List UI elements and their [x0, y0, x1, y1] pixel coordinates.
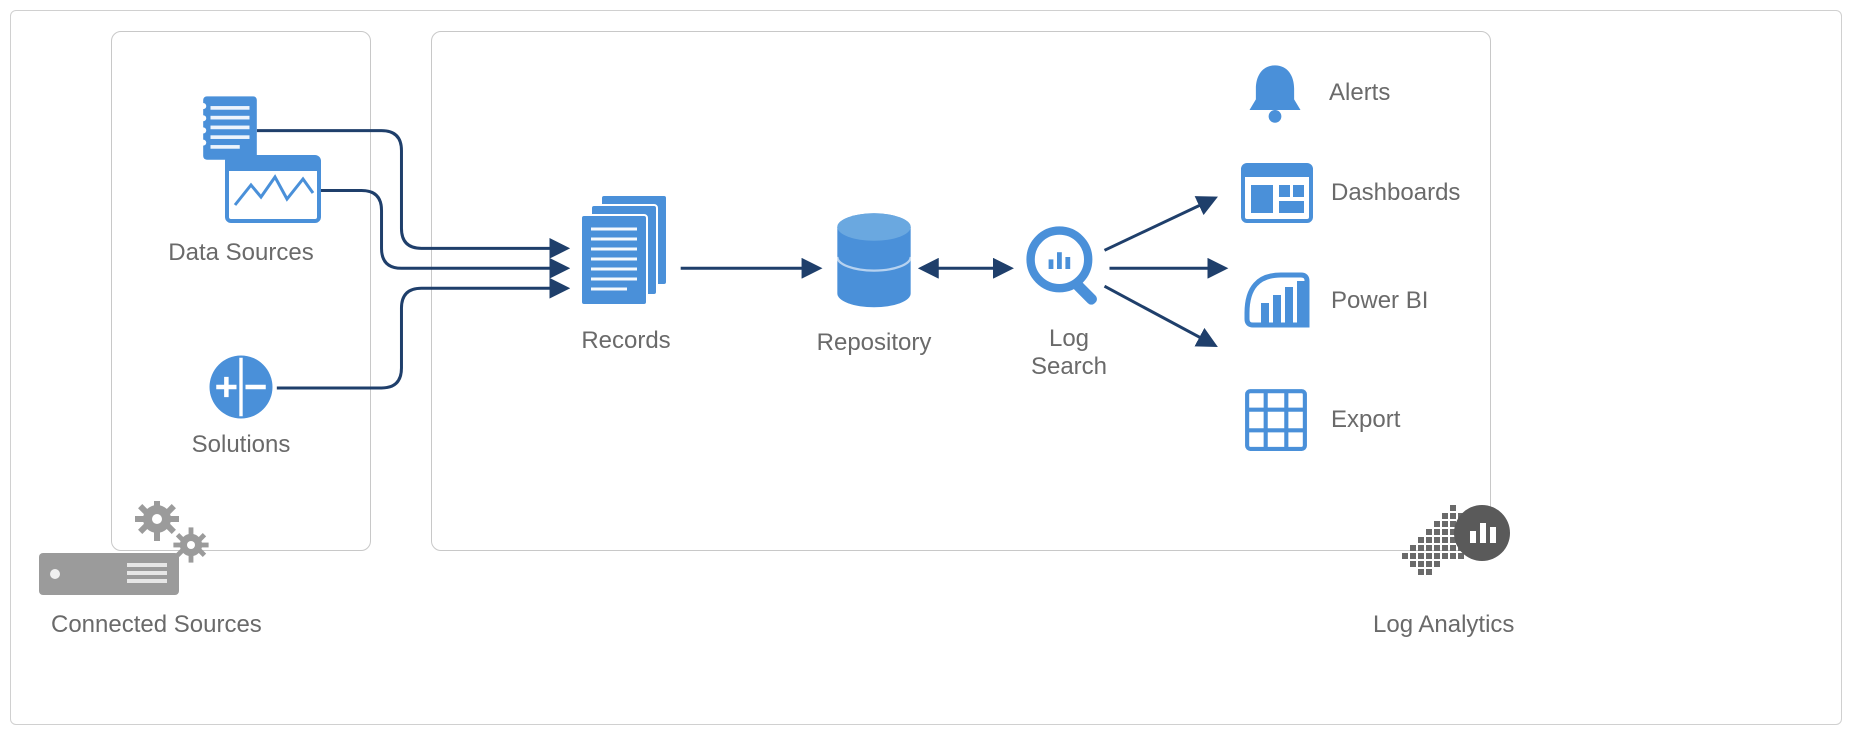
node-data-sources: Data Sources — [161, 89, 321, 267]
database-icon — [828, 211, 920, 321]
alerts-label: Alerts — [1329, 79, 1390, 107]
powerbi-icon — [1241, 269, 1313, 333]
records-icon — [571, 189, 681, 319]
node-records: Records — [561, 189, 691, 355]
dashboard-icon — [1241, 163, 1313, 223]
magnifier-chart-icon — [1021, 221, 1117, 317]
bell-icon — [1241, 59, 1309, 127]
node-solutions: Solutions — [191, 351, 291, 459]
repository-label: Repository — [817, 329, 932, 357]
log-analytics-label: Log Analytics — [1373, 611, 1514, 639]
node-repository: Repository — [819, 211, 929, 357]
solutions-icon — [205, 351, 277, 423]
node-log-search: Log Search — [1009, 221, 1129, 381]
node-dashboards: Dashboards — [1241, 163, 1460, 223]
node-alerts: Alerts — [1241, 59, 1390, 127]
dashboards-label: Dashboards — [1331, 179, 1460, 207]
grid-icon — [1243, 387, 1309, 453]
log-search-label: Log Search — [1009, 325, 1129, 381]
node-powerbi: Power BI — [1241, 269, 1428, 333]
chart-card-icon — [225, 155, 321, 223]
solutions-label: Solutions — [192, 431, 291, 459]
log-analytics-logo — [1396, 501, 1516, 606]
export-label: Export — [1331, 406, 1400, 434]
server-icon — [39, 501, 229, 606]
connected-sources-label: Connected Sources — [51, 611, 262, 639]
data-sources-label: Data Sources — [168, 239, 313, 267]
diagram-canvas: Data Sources Solutions — [10, 10, 1842, 725]
powerbi-label: Power BI — [1331, 287, 1428, 315]
node-export: Export — [1243, 387, 1400, 453]
records-label: Records — [581, 327, 670, 355]
